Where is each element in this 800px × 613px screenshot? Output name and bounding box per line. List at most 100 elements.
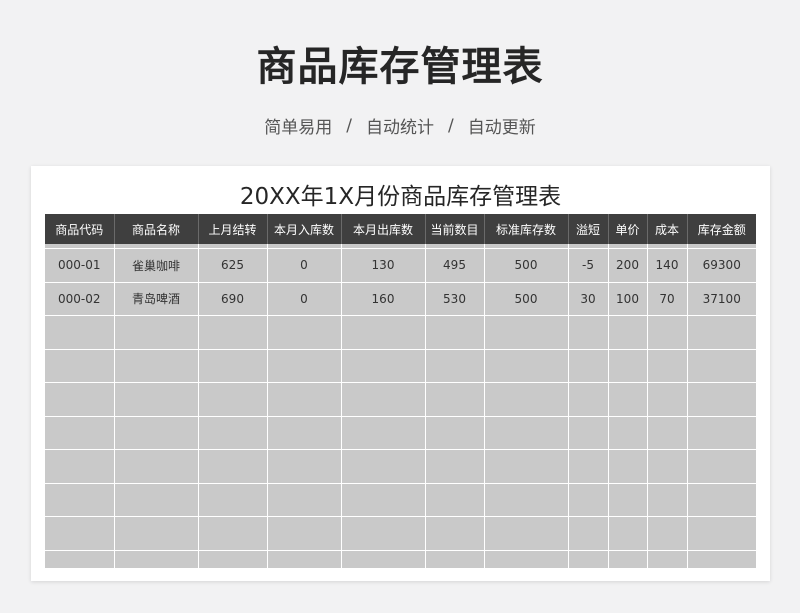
table-cell[interactable]: 69300 bbox=[686, 248, 756, 282]
empty-table-cell[interactable] bbox=[340, 315, 425, 349]
empty-table-cell[interactable] bbox=[197, 449, 267, 483]
empty-table-cell[interactable] bbox=[686, 415, 756, 450]
empty-table-cell[interactable] bbox=[483, 415, 568, 450]
empty-table-cell[interactable] bbox=[483, 315, 568, 349]
table-cell[interactable]: 530 bbox=[424, 281, 484, 316]
column-header[interactable]: 上月结转 bbox=[197, 214, 267, 244]
empty-table-cell[interactable] bbox=[113, 382, 198, 416]
empty-table-cell[interactable] bbox=[424, 549, 484, 568]
empty-table-cell[interactable] bbox=[686, 482, 756, 517]
empty-table-cell[interactable] bbox=[197, 516, 267, 550]
empty-table-cell[interactable] bbox=[646, 348, 687, 383]
table-cell[interactable]: 500 bbox=[483, 281, 568, 316]
table-cell[interactable]: 雀巢咖啡 bbox=[113, 248, 198, 282]
empty-table-cell[interactable] bbox=[646, 482, 687, 517]
empty-table-cell[interactable] bbox=[197, 348, 267, 383]
empty-table-cell[interactable] bbox=[45, 382, 114, 416]
column-header[interactable]: 本月出库数 bbox=[340, 214, 425, 244]
empty-table-row[interactable] bbox=[45, 516, 756, 550]
empty-table-cell[interactable] bbox=[567, 549, 608, 568]
table-row[interactable]: 000-02 青岛啤酒 690 0 160 530 500 30 100 70 37100 bbox=[45, 281, 756, 316]
empty-table-cell[interactable] bbox=[686, 348, 756, 383]
empty-table-cell[interactable] bbox=[197, 382, 267, 416]
table-row[interactable]: 000-01 雀巢咖啡 625 0 130 495 500 -5 200 140 69300 bbox=[45, 248, 756, 282]
empty-table-cell[interactable] bbox=[567, 516, 608, 550]
empty-table-cell[interactable] bbox=[686, 549, 756, 568]
empty-table-cell[interactable] bbox=[646, 382, 687, 416]
table-cell[interactable]: 0 bbox=[266, 248, 341, 282]
empty-table-cell[interactable] bbox=[197, 315, 267, 349]
empty-table-cell[interactable] bbox=[567, 315, 608, 349]
column-header[interactable]: 单价 bbox=[607, 214, 647, 244]
empty-table-cell[interactable] bbox=[266, 449, 341, 483]
table-cell[interactable]: 000-01 bbox=[45, 248, 114, 282]
table-cell[interactable]: 70 bbox=[646, 281, 687, 316]
empty-table-cell[interactable] bbox=[567, 348, 608, 383]
table-cell[interactable]: 青岛啤酒 bbox=[113, 281, 198, 316]
empty-table-cell[interactable] bbox=[424, 415, 484, 450]
column-header[interactable]: 商品代码 bbox=[45, 214, 114, 244]
empty-table-cell[interactable] bbox=[340, 415, 425, 450]
empty-table-cell[interactable] bbox=[483, 382, 568, 416]
empty-table-cell[interactable] bbox=[113, 449, 198, 483]
empty-table-cell[interactable] bbox=[483, 348, 568, 383]
empty-table-cell[interactable] bbox=[113, 549, 198, 568]
column-header[interactable]: 溢短 bbox=[567, 214, 608, 244]
empty-table-cell[interactable] bbox=[686, 382, 756, 416]
table-cell[interactable]: 100 bbox=[607, 281, 647, 316]
column-header[interactable]: 库存金额 bbox=[686, 214, 756, 244]
table-cell[interactable]: 160 bbox=[340, 281, 425, 316]
empty-table-cell[interactable] bbox=[567, 482, 608, 517]
empty-table-row[interactable] bbox=[45, 382, 756, 416]
empty-table-cell[interactable] bbox=[607, 449, 647, 483]
empty-table-row[interactable] bbox=[45, 549, 756, 568]
empty-table-cell[interactable] bbox=[197, 482, 267, 517]
empty-table-cell[interactable] bbox=[483, 516, 568, 550]
empty-table-cell[interactable] bbox=[45, 482, 114, 517]
table-cell[interactable]: 500 bbox=[483, 248, 568, 282]
column-header[interactable]: 本月入库数 bbox=[266, 214, 341, 244]
empty-table-cell[interactable] bbox=[45, 449, 114, 483]
table-cell[interactable]: 625 bbox=[197, 248, 267, 282]
empty-table-cell[interactable] bbox=[483, 482, 568, 517]
table-cell[interactable]: -5 bbox=[567, 248, 608, 282]
empty-table-cell[interactable] bbox=[424, 449, 484, 483]
empty-table-cell[interactable] bbox=[113, 482, 198, 517]
empty-table-row[interactable] bbox=[45, 482, 756, 517]
empty-table-row[interactable] bbox=[45, 315, 756, 349]
column-header[interactable]: 成本 bbox=[646, 214, 687, 244]
empty-table-cell[interactable] bbox=[686, 516, 756, 550]
empty-table-cell[interactable] bbox=[424, 482, 484, 517]
table-cell[interactable]: 130 bbox=[340, 248, 425, 282]
table-cell[interactable]: 30 bbox=[567, 281, 608, 316]
empty-table-cell[interactable] bbox=[646, 549, 687, 568]
empty-table-cell[interactable] bbox=[686, 449, 756, 483]
empty-table-row[interactable] bbox=[45, 348, 756, 383]
empty-table-cell[interactable] bbox=[424, 382, 484, 416]
empty-table-cell[interactable] bbox=[567, 415, 608, 450]
empty-table-cell[interactable] bbox=[266, 549, 341, 568]
empty-table-cell[interactable] bbox=[113, 348, 198, 383]
empty-table-cell[interactable] bbox=[45, 415, 114, 450]
empty-table-cell[interactable] bbox=[266, 482, 341, 517]
empty-table-cell[interactable] bbox=[113, 415, 198, 450]
empty-table-cell[interactable] bbox=[340, 516, 425, 550]
empty-table-cell[interactable] bbox=[646, 315, 687, 349]
empty-table-cell[interactable] bbox=[113, 315, 198, 349]
empty-table-cell[interactable] bbox=[45, 315, 114, 349]
empty-table-cell[interactable] bbox=[45, 549, 114, 568]
column-header[interactable]: 商品名称 bbox=[113, 214, 198, 244]
empty-table-cell[interactable] bbox=[686, 315, 756, 349]
empty-table-cell[interactable] bbox=[646, 449, 687, 483]
empty-table-cell[interactable] bbox=[607, 516, 647, 550]
table-cell[interactable]: 37100 bbox=[686, 281, 756, 316]
empty-table-cell[interactable] bbox=[567, 449, 608, 483]
table-cell[interactable]: 495 bbox=[424, 248, 484, 282]
empty-table-cell[interactable] bbox=[340, 449, 425, 483]
empty-table-cell[interactable] bbox=[646, 415, 687, 450]
empty-table-cell[interactable] bbox=[607, 549, 647, 568]
empty-table-row[interactable] bbox=[45, 449, 756, 483]
empty-table-cell[interactable] bbox=[340, 549, 425, 568]
table-cell[interactable]: 690 bbox=[197, 281, 267, 316]
empty-table-row[interactable] bbox=[45, 415, 756, 450]
